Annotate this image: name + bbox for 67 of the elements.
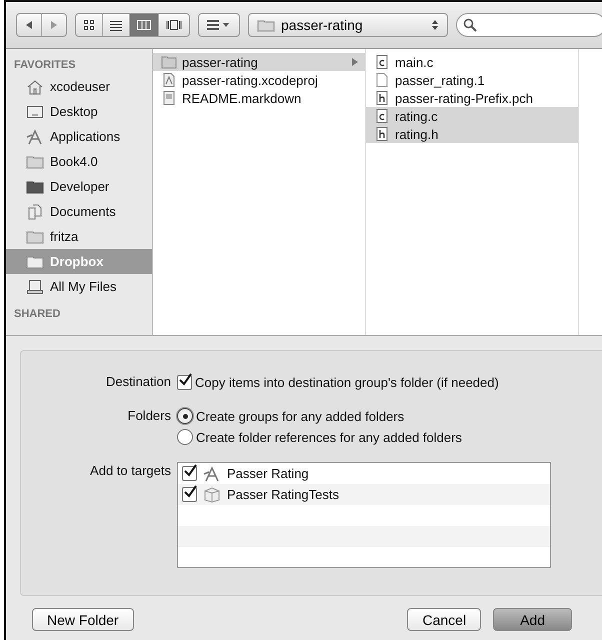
arrange-icon (207, 19, 231, 31)
sidebar-item[interactable]: xcodeuser (6, 74, 152, 99)
project-file-icon (161, 73, 177, 87)
target-name: Passer Rating (227, 466, 309, 481)
file-row[interactable]: README.markdown (153, 89, 365, 107)
sidebar-item[interactable]: Developer (6, 174, 152, 199)
updown-icon (431, 19, 439, 31)
target-name: Passer RatingTests (227, 487, 339, 502)
grid-icon (83, 19, 95, 31)
section-heading: FAVORITES (13, 58, 77, 73)
option-label: Destination (104, 373, 171, 391)
option-label: Folders (126, 407, 171, 425)
h-file-icon (374, 127, 390, 141)
folder-icon (26, 178, 44, 194)
folder-icon (257, 18, 275, 32)
new-folder-button[interactable]: New Folder (32, 608, 134, 631)
app-store-icon (26, 128, 44, 144)
section-heading: SHARED (13, 307, 62, 322)
path-popup[interactable]: passer-rating (248, 13, 448, 37)
file-row[interactable]: passer-rating-Prefix.pch (366, 89, 578, 107)
sidebar-item[interactable]: Book4.0 (6, 149, 152, 174)
target-checkbox[interactable] (182, 487, 197, 502)
folder-icon (26, 254, 44, 270)
file-row[interactable]: passer-rating (153, 53, 365, 71)
forward-icon (49, 20, 59, 30)
blank-file-icon (374, 73, 390, 87)
add-button[interactable]: Add (493, 608, 572, 631)
radio-button[interactable] (177, 408, 193, 424)
radio-label: Create groups for any added folders (196, 408, 404, 424)
desktop-icon (26, 104, 44, 120)
back-icon (24, 20, 34, 30)
radio-button[interactable] (177, 429, 193, 445)
radio-label: Create folder references for any added folders (196, 430, 462, 444)
document-icon (161, 91, 177, 105)
file-row[interactable]: passer_rating.1 (366, 71, 578, 89)
sidebar-item[interactable]: Documents (6, 199, 152, 224)
checkbox[interactable] (177, 374, 192, 390)
h-file-icon (374, 91, 390, 105)
drawer-icon (26, 278, 44, 294)
folder-icon (26, 228, 44, 244)
checkbox-label: Copy items into destination group's folder (if needed) (195, 374, 499, 390)
cover-flow-icon (166, 19, 182, 31)
folder-icon (161, 55, 177, 69)
sidebar-item[interactable]: Applications (6, 124, 152, 149)
sidebar-item[interactable]: All My Files (6, 274, 152, 299)
search-icon (463, 18, 477, 32)
sidebar-item[interactable]: fritza (6, 224, 152, 249)
app-icon (203, 466, 221, 482)
house-icon (26, 78, 44, 94)
list-icon (110, 19, 122, 31)
file-row[interactable]: passer-rating.xcodeproj (153, 71, 365, 89)
file-row[interactable]: rating.c (366, 107, 578, 125)
search-field[interactable] (456, 13, 602, 37)
cube-icon (203, 486, 221, 502)
documents-icon (26, 204, 44, 220)
file-row[interactable]: main.c (366, 53, 578, 71)
sidebar-item[interactable]: Desktop (6, 99, 152, 124)
folder-icon (26, 154, 44, 170)
c-file-icon (374, 109, 390, 123)
option-label: Add to targets (89, 462, 171, 480)
cancel-button[interactable]: Cancel (407, 608, 482, 631)
arrange-button[interactable] (198, 13, 240, 37)
c-file-icon (374, 55, 390, 69)
columns-icon (137, 19, 151, 31)
target-checkbox[interactable] (182, 466, 197, 481)
file-row[interactable]: rating.h (366, 125, 578, 143)
view-mode-button[interactable] (130, 14, 159, 36)
